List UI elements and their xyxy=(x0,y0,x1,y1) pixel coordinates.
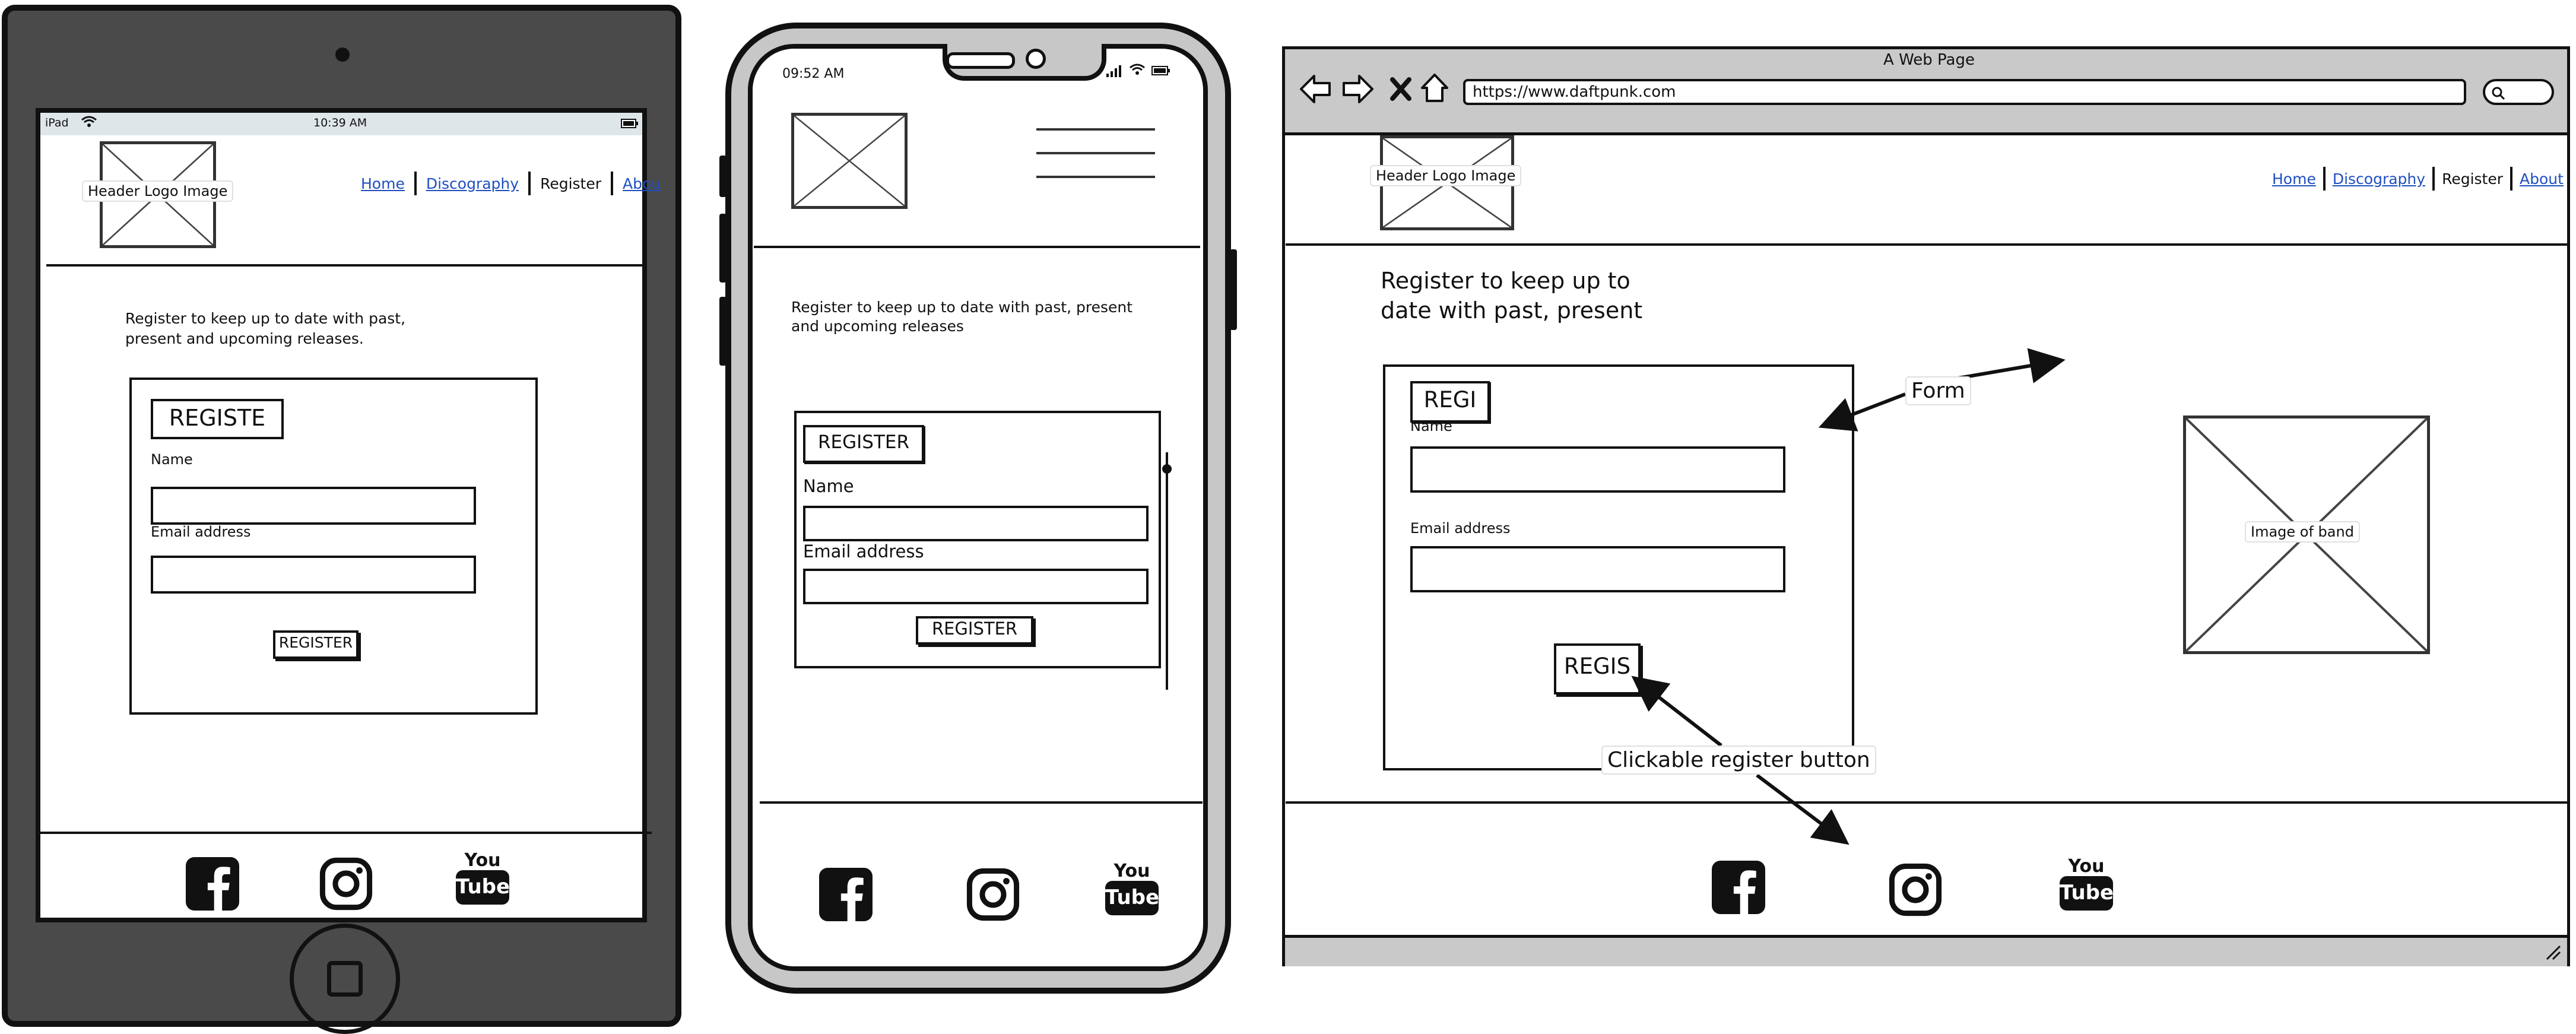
youtube-icon[interactable]: You Tube xyxy=(2060,856,2114,919)
instagram-icon[interactable] xyxy=(1889,863,1942,916)
desktop-footer-divider xyxy=(1286,801,2568,804)
annotation-arrows xyxy=(1631,348,2066,845)
browser-status-bar xyxy=(1285,935,2567,966)
resize-grip-icon[interactable] xyxy=(2542,941,2562,962)
button-annotation: Clickable register button xyxy=(1601,746,1876,775)
form-arrow-left xyxy=(1818,392,1906,432)
form-annotation: Form xyxy=(1905,376,1971,405)
button-arrow-up xyxy=(1631,675,1722,747)
button-arrow-down xyxy=(1756,773,1849,845)
youtube-tube-text: Tube xyxy=(2060,876,2114,911)
facebook-icon[interactable] xyxy=(1712,861,1765,914)
youtube-you-text: You xyxy=(2068,856,2105,877)
